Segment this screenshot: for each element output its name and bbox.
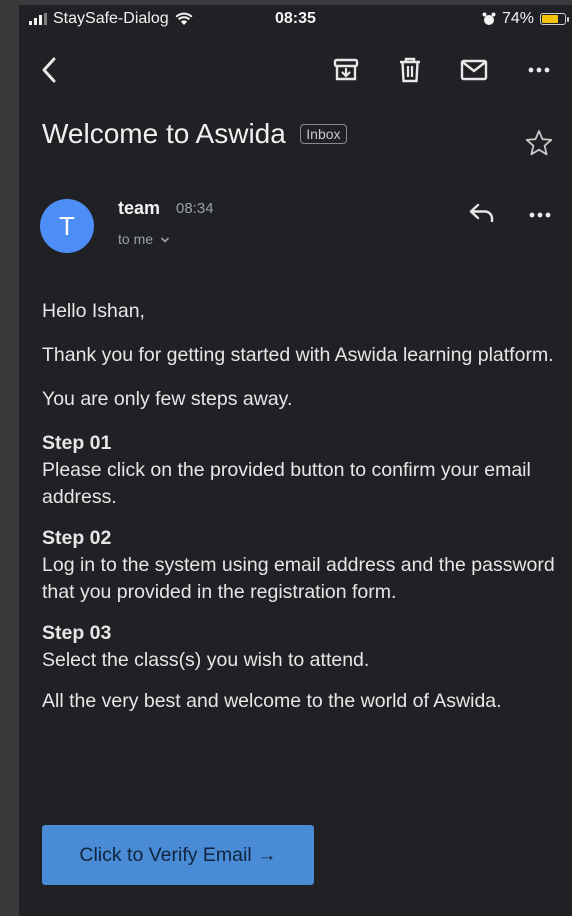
step-3: Step 03 Select the class(s) you wish to … <box>42 620 562 674</box>
chevron-down-icon <box>160 237 169 243</box>
trash-icon[interactable] <box>394 54 426 86</box>
closing-paragraph: All the very best and welcome to the wor… <box>42 690 502 712</box>
sender-header: T team 08:34 to me <box>40 196 570 256</box>
step-text: Select the class(s) you wish to attend. <box>42 649 370 671</box>
verify-email-button[interactable]: Click to Verify Email → <box>42 825 314 885</box>
inbox-label[interactable]: Inbox <box>300 124 347 144</box>
status-bar: StaySafe-Dialog 08:35 74% <box>19 5 572 35</box>
alarm-icon <box>482 12 496 25</box>
wifi-icon <box>175 12 193 25</box>
back-icon[interactable] <box>33 54 65 86</box>
reply-icon[interactable] <box>468 202 498 232</box>
avatar[interactable]: T <box>40 199 94 253</box>
steps-intro: You are only few steps away. <box>42 388 293 410</box>
signal-icon <box>29 13 47 25</box>
intro-paragraph: Thank you for getting started with Aswid… <box>42 344 554 366</box>
email-subject: Welcome to Aswida <box>42 118 286 149</box>
sent-time: 08:34 <box>176 200 214 217</box>
step-2: Step 02 Log in to the system using email… <box>42 525 562 606</box>
step-title: Step 03 <box>42 622 112 644</box>
step-title: Step 01 <box>42 432 112 454</box>
message-more-icon[interactable] <box>528 202 558 232</box>
subject-row: Welcome to Aswida Inbox <box>42 118 562 150</box>
step-title: Step 02 <box>42 527 112 549</box>
greeting: Hello Ishan, <box>42 300 145 322</box>
battery-percent: 74% <box>501 10 534 27</box>
step-text: Please click on the provided button to c… <box>42 459 531 508</box>
email-toolbar <box>19 48 572 92</box>
recipient-label: to me <box>118 231 154 247</box>
email-body: Hello Ishan, Thank you for getting start… <box>42 298 562 732</box>
clock: 08:35 <box>275 10 316 27</box>
more-icon[interactable] <box>523 54 555 86</box>
battery-icon <box>540 13 569 25</box>
recipient-details[interactable]: to me <box>118 231 170 247</box>
star-icon[interactable] <box>524 128 556 160</box>
step-text: Log in to the system using email address… <box>42 554 555 603</box>
carrier-name: StaySafe-Dialog <box>53 10 169 27</box>
sender-name: team <box>118 198 161 218</box>
mail-icon[interactable] <box>458 54 490 86</box>
archive-icon[interactable] <box>330 54 362 86</box>
status-right: 74% <box>482 10 569 28</box>
step-1: Step 01 Please click on the provided but… <box>42 430 562 511</box>
left-border <box>0 0 19 916</box>
status-left: StaySafe-Dialog <box>29 10 193 28</box>
